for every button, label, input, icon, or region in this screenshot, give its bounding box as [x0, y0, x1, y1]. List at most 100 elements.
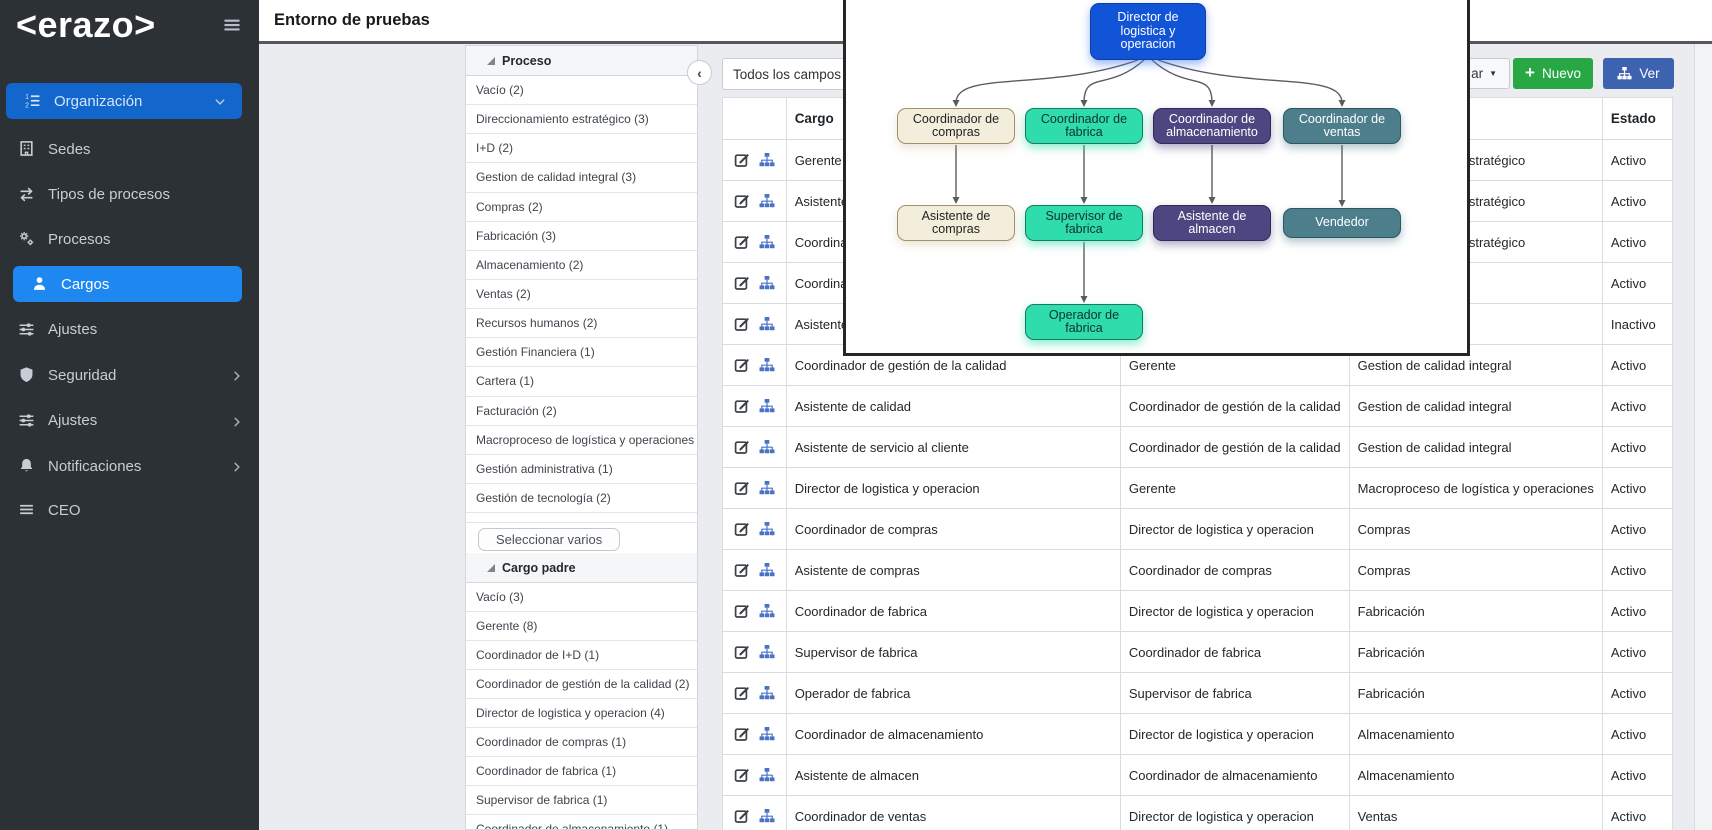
cell-proceso: Fabricación	[1349, 632, 1602, 673]
edit-icon[interactable]	[734, 480, 750, 496]
edit-icon[interactable]	[734, 193, 750, 209]
sidebar-item-label: Cargos	[61, 276, 109, 293]
sidebar-item-seguridad[interactable]: Seguridad	[0, 353, 259, 397]
edit-icon[interactable]	[734, 521, 750, 537]
orgchart-node-compras[interactable]: Coordinador decompras	[897, 108, 1015, 144]
filter-item[interactable]: Supervisor de fabrica (1)	[466, 786, 697, 815]
edit-icon[interactable]	[734, 603, 750, 619]
orgchart-icon[interactable]	[759, 316, 775, 332]
filter-item[interactable]: Gestión de tecnología (2)	[466, 484, 697, 513]
swap-arrows-icon	[18, 186, 36, 204]
edit-icon[interactable]	[734, 644, 750, 660]
orgchart-icon[interactable]	[759, 480, 775, 496]
edit-icon[interactable]	[734, 152, 750, 168]
column-header-Estado[interactable]: Estado	[1602, 98, 1672, 140]
orgchart-icon[interactable]	[759, 234, 775, 250]
collapse-triangle-icon	[487, 57, 495, 65]
filter-item[interactable]: Almacenamiento (2)	[466, 251, 697, 280]
view-orgchart-button[interactable]: Ver	[1603, 58, 1674, 89]
filter-item[interactable]: Vacío (3)	[466, 583, 697, 612]
sidebar-item-tipos-de-procesos[interactable]: Tipos de procesos	[0, 173, 259, 217]
filter-item[interactable]: Gerente (8)	[466, 612, 697, 641]
filter-item[interactable]: Gestión administrativa (1)	[466, 455, 697, 484]
filter-item[interactable]: Coordinador de compras (1)	[466, 728, 697, 757]
filter-collapse-button[interactable]: ‹	[687, 60, 712, 85]
filter-item[interactable]: Facturación (2)	[466, 397, 697, 426]
orgchart-node-supervisor[interactable]: Supervisor defabrica	[1025, 205, 1143, 241]
orgchart-icon[interactable]	[759, 193, 775, 209]
filter-item[interactable]: Vacío (2)	[466, 76, 697, 105]
filter-item[interactable]: Coordinador de fabrica (1)	[466, 757, 697, 786]
edit-icon[interactable]	[734, 726, 750, 742]
edit-icon[interactable]	[734, 562, 750, 578]
orgchart-node-root[interactable]: Director delogistica yoperacion	[1090, 3, 1206, 60]
hamburger-menu-icon[interactable]	[222, 15, 242, 40]
orgchart-icon[interactable]	[759, 644, 775, 660]
orgchart-icon[interactable]	[759, 439, 775, 455]
svg-text:2: 2	[25, 103, 29, 109]
filter-section-header-cargo-padre[interactable]: Cargo padre	[466, 553, 697, 583]
select-multiple-button[interactable]: Seleccionar varios	[478, 528, 620, 551]
cell-proceso: Almacenamiento	[1349, 714, 1602, 755]
sidebar-item-notificaciones[interactable]: Notificaciones	[0, 444, 259, 488]
filter-item[interactable]: Compras (2)	[466, 193, 697, 222]
sidebar-item-procesos[interactable]: Procesos	[0, 217, 259, 261]
orgchart-node-ventas[interactable]: Coordinador deventas	[1283, 108, 1401, 144]
vertical-scrollbar[interactable]	[1694, 44, 1712, 830]
orgchart-icon[interactable]	[759, 685, 775, 701]
page-title: Entorno de pruebas	[274, 0, 430, 41]
orgchart-icon[interactable]	[759, 398, 775, 414]
new-button[interactable]: + Nuevo	[1513, 58, 1593, 89]
orgchart-icon[interactable]	[759, 726, 775, 742]
sidebar-item-ajustes[interactable]: Ajustes	[0, 308, 259, 352]
orgchart-icon[interactable]	[759, 808, 775, 824]
filter-item[interactable]: Cartera (1)	[466, 367, 697, 396]
filter-section-header-proceso[interactable]: Proceso	[466, 46, 697, 76]
edit-icon[interactable]	[734, 767, 750, 783]
filter-item[interactable]: Coordinador de almacenamiento (1)	[466, 815, 697, 830]
orgchart-node-fabrica[interactable]: Coordinador defabrica	[1025, 108, 1143, 144]
filter-item[interactable]: Gestion de calidad integral (3)	[466, 163, 697, 192]
orgchart-icon[interactable]	[759, 521, 775, 537]
sidebar-item-label: Procesos	[48, 231, 111, 248]
table-row: Asistente de almacenCoordinador de almac…	[723, 755, 1673, 796]
filter-item[interactable]: Coordinador de gestión de la calidad (2)	[466, 670, 697, 699]
filter-item[interactable]: Fabricación (3)	[466, 222, 697, 251]
edit-icon[interactable]	[734, 808, 750, 824]
sidebar-item-cargos[interactable]: Cargos	[13, 266, 242, 302]
cell-cargo_padre: Supervisor de fabrica	[1120, 673, 1349, 714]
sidebar-item-sedes[interactable]: Sedes	[0, 127, 259, 171]
orgchart-node-asist_almacen[interactable]: Asistente dealmacen	[1153, 205, 1271, 241]
orgchart-node-asist_compras[interactable]: Asistente decompras	[897, 205, 1015, 241]
edit-icon[interactable]	[734, 234, 750, 250]
sidebar-item-ceo[interactable]: CEO	[0, 488, 259, 532]
edit-icon[interactable]	[734, 685, 750, 701]
orgchart-icon[interactable]	[759, 357, 775, 373]
orgchart-icon[interactable]	[759, 275, 775, 291]
filter-item[interactable]: Gestión Financiera (1)	[466, 338, 697, 367]
sidebar-item-organización[interactable]: 12Organización	[6, 83, 242, 119]
orgchart-icon[interactable]	[759, 152, 775, 168]
sidebar-item-ajustes-2[interactable]: Ajustes	[0, 399, 259, 443]
filter-item[interactable]: Coordinador de I+D (1)	[466, 641, 697, 670]
filter-item[interactable]: Macroproceso de logística y operaciones …	[466, 426, 697, 455]
edit-icon[interactable]	[734, 275, 750, 291]
filter-item[interactable]: Recursos humanos (2)	[466, 309, 697, 338]
cell-cargo: Coordinador de compras	[786, 509, 1120, 550]
filter-item[interactable]: I+D (2)	[466, 134, 697, 163]
filter-item[interactable]: Director de logistica y operacion (4)	[466, 699, 697, 728]
edit-icon[interactable]	[734, 398, 750, 414]
edit-icon[interactable]	[734, 316, 750, 332]
orgchart-node-almacenamiento[interactable]: Coordinador dealmacenamiento	[1153, 108, 1271, 144]
orgchart-icon[interactable]	[759, 603, 775, 619]
orgchart-icon[interactable]	[759, 562, 775, 578]
orgchart-icon[interactable]	[759, 767, 775, 783]
filter-item[interactable]: Direccionamiento estratégico (3)	[466, 105, 697, 134]
filter-item[interactable]: Ventas (2)	[466, 280, 697, 309]
edit-icon[interactable]	[734, 439, 750, 455]
orgchart-node-vendedor[interactable]: Vendedor	[1283, 208, 1401, 238]
table-row: Director de logistica y operacionGerente…	[723, 468, 1673, 509]
edit-icon[interactable]	[734, 357, 750, 373]
orgchart-node-operador[interactable]: Operador defabrica	[1025, 304, 1143, 340]
chevron-right-icon	[231, 369, 243, 381]
